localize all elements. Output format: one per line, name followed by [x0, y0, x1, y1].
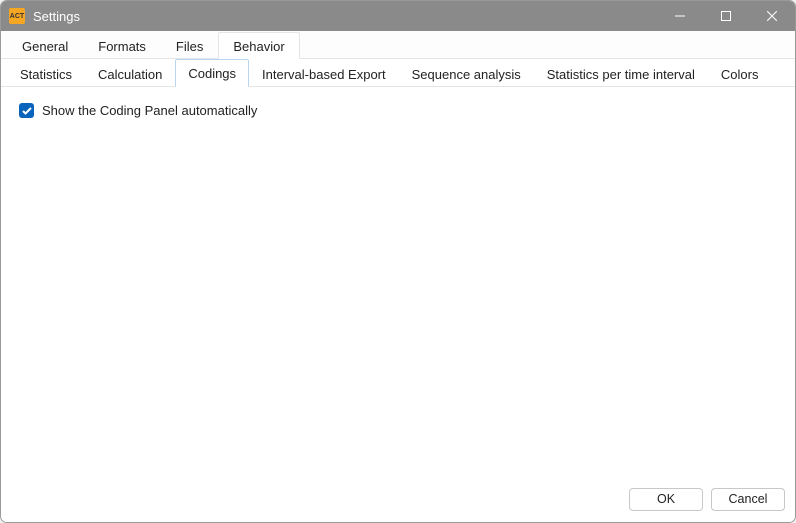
subtab-calculation[interactable]: Calculation — [85, 60, 175, 87]
subtab-label: Codings — [188, 66, 236, 81]
subtab-statistics[interactable]: Statistics — [7, 60, 85, 87]
check-icon — [22, 107, 32, 115]
subtab-label: Calculation — [98, 67, 162, 82]
app-icon: ACT — [9, 8, 25, 24]
show-coding-panel-label: Show the Coding Panel automatically — [42, 103, 257, 118]
tab-label: Formats — [98, 39, 146, 54]
minimize-button[interactable] — [657, 1, 703, 31]
subtab-label: Statistics per time interval — [547, 67, 695, 82]
dialog-footer: OK Cancel — [1, 482, 795, 522]
subtab-sequence-analysis[interactable]: Sequence analysis — [399, 60, 534, 87]
tab-label: Files — [176, 39, 203, 54]
settings-window: ACT Settings General Formats Files Behav… — [0, 0, 796, 523]
tab-label: Behavior — [233, 39, 284, 54]
app-icon-text: ACT — [10, 13, 24, 20]
subtab-stats-per-interval[interactable]: Statistics per time interval — [534, 60, 708, 87]
checkbox-row: Show the Coding Panel automatically — [19, 103, 777, 118]
subtab-colors[interactable]: Colors — [708, 60, 772, 87]
close-icon — [767, 11, 777, 21]
button-label: OK — [657, 492, 675, 506]
tab-general[interactable]: General — [7, 32, 83, 59]
show-coding-panel-checkbox[interactable] — [19, 103, 34, 118]
maximize-button[interactable] — [703, 1, 749, 31]
ok-button[interactable]: OK — [629, 488, 703, 511]
button-label: Cancel — [729, 492, 768, 506]
window-title: Settings — [33, 9, 657, 24]
close-button[interactable] — [749, 1, 795, 31]
subtab-label: Sequence analysis — [412, 67, 521, 82]
subtab-interval-export[interactable]: Interval-based Export — [249, 60, 399, 87]
tab-behavior[interactable]: Behavior — [218, 32, 299, 59]
maximize-icon — [721, 11, 731, 21]
window-controls — [657, 1, 795, 31]
subtab-codings[interactable]: Codings — [175, 59, 249, 87]
primary-tabs: General Formats Files Behavior — [1, 31, 795, 59]
cancel-button[interactable]: Cancel — [711, 488, 785, 511]
subtab-label: Colors — [721, 67, 759, 82]
tab-label: General — [22, 39, 68, 54]
minimize-icon — [675, 11, 685, 21]
tab-formats[interactable]: Formats — [83, 32, 161, 59]
content-panel: Show the Coding Panel automatically — [1, 87, 795, 482]
tab-files[interactable]: Files — [161, 32, 218, 59]
titlebar: ACT Settings — [1, 1, 795, 31]
secondary-tabs: Statistics Calculation Codings Interval-… — [1, 59, 795, 87]
subtab-label: Statistics — [20, 67, 72, 82]
subtab-label: Interval-based Export — [262, 67, 386, 82]
